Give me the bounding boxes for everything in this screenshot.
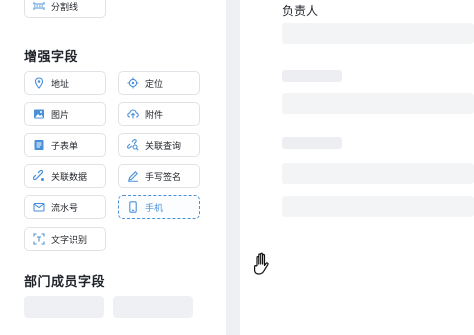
cloud-upload-icon bbox=[126, 108, 139, 121]
field-attachment-button[interactable]: 附件 bbox=[118, 102, 200, 126]
field-divider-button[interactable]: 分割线 bbox=[24, 0, 106, 18]
location-pin-icon bbox=[32, 77, 45, 90]
field-input-skeleton[interactable] bbox=[282, 163, 474, 184]
field-subform-button[interactable]: 子表单 bbox=[24, 133, 106, 157]
field-input-skeleton[interactable] bbox=[282, 93, 474, 114]
field-locate-button[interactable]: 定位 bbox=[118, 71, 200, 95]
field-label: 文字识别 bbox=[51, 235, 88, 246]
scan-text-icon bbox=[32, 233, 45, 246]
field-label: 定位 bbox=[145, 79, 164, 90]
field-label: 图片 bbox=[51, 110, 70, 121]
field-label: 关联数据 bbox=[51, 172, 88, 183]
panel-divider bbox=[226, 0, 240, 335]
field-label: 流水号 bbox=[51, 203, 79, 214]
field-label-skeleton bbox=[282, 70, 342, 82]
field-serial-number-button[interactable]: 流水号 bbox=[24, 195, 106, 219]
divider-icon bbox=[32, 0, 45, 13]
grab-cursor-icon bbox=[254, 252, 269, 275]
field-image-button[interactable]: 图片 bbox=[24, 102, 106, 126]
crosshair-icon bbox=[126, 77, 139, 90]
field-label: 地址 bbox=[51, 79, 70, 90]
field-palette: 分割线 增强字段 地址 定位 图片 附件 子表单 关联查询 关联数据 手写签名 … bbox=[0, 0, 226, 335]
subform-icon bbox=[32, 139, 45, 152]
field-label: 子表单 bbox=[51, 141, 79, 152]
field-label-skeleton bbox=[282, 137, 342, 149]
member-fields-title: 部门成员字段 bbox=[24, 275, 106, 290]
link-icon bbox=[32, 170, 45, 183]
field-input-skeleton[interactable] bbox=[282, 196, 474, 217]
field-ocr-button[interactable]: 文字识别 bbox=[24, 227, 106, 251]
link-search-icon bbox=[126, 139, 139, 152]
field-label: 手写签名 bbox=[145, 172, 182, 183]
envelope-icon bbox=[32, 201, 45, 214]
enhanced-fields-title: 增强字段 bbox=[24, 50, 79, 65]
field-address-button[interactable]: 地址 bbox=[24, 71, 106, 95]
field-label: 关联查询 bbox=[145, 141, 182, 152]
field-label: 附件 bbox=[145, 110, 164, 121]
member-field-placeholder[interactable] bbox=[113, 296, 193, 318]
field-label: 分割线 bbox=[51, 2, 79, 13]
member-field-placeholder[interactable] bbox=[24, 296, 104, 318]
owner-field-label: 负责人 bbox=[282, 4, 319, 18]
field-link-query-button[interactable]: 关联查询 bbox=[118, 133, 200, 157]
owner-field-input[interactable] bbox=[282, 23, 474, 44]
field-label: 手机 bbox=[145, 203, 164, 214]
phone-icon bbox=[126, 201, 139, 214]
field-link-data-button[interactable]: 关联数据 bbox=[24, 164, 106, 188]
field-phone-button[interactable]: 手机 bbox=[118, 195, 200, 219]
pen-icon bbox=[126, 170, 139, 183]
field-signature-button[interactable]: 手写签名 bbox=[118, 164, 200, 188]
image-icon bbox=[32, 108, 45, 121]
form-canvas: 负责人 bbox=[240, 0, 474, 335]
